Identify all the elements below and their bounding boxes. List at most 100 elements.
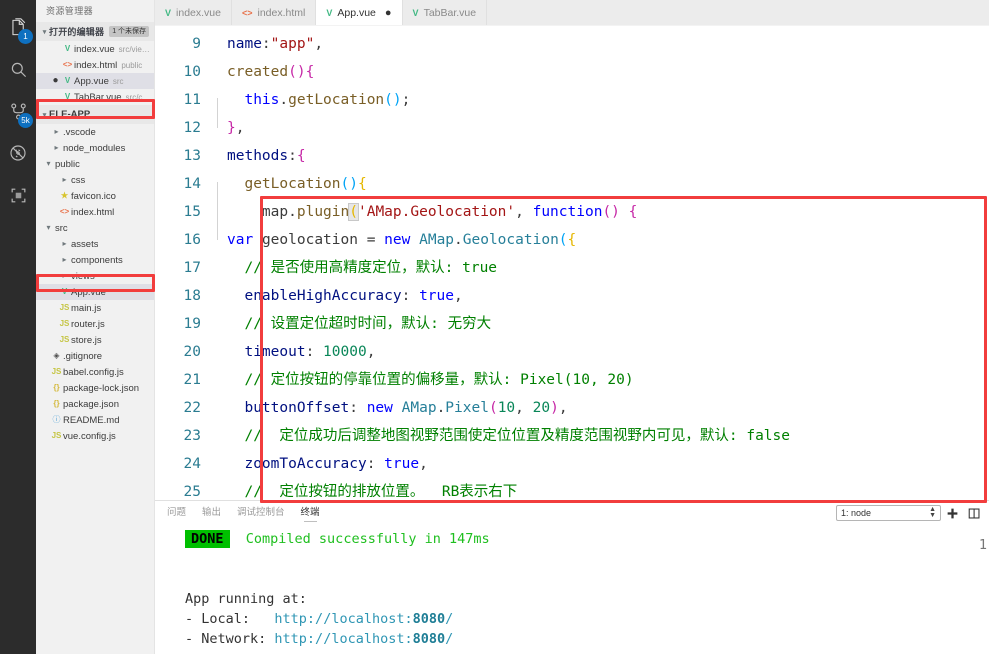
code-editor[interactable]: 9 name:"app", 10 created(){ 11 this.getL…: [155, 26, 989, 500]
local-url-suffix[interactable]: /: [445, 611, 453, 627]
open-editor-item[interactable]: <> index.html public: [36, 57, 154, 73]
open-editor-item-app-vue[interactable]: ● V App.vue src: [36, 73, 154, 89]
tree-item-assets[interactable]: ▸ assets: [36, 236, 154, 252]
code-line: 20 timeout: 10000,: [155, 338, 989, 366]
network-port[interactable]: 8080: [413, 631, 446, 647]
tree-item-label: router.js: [71, 318, 105, 330]
status-message: Compiled successfully in 147ms: [245, 531, 490, 547]
code-line: 11 this.getLocation();: [155, 86, 989, 128]
tab-dirty-indicator[interactable]: ●: [385, 7, 392, 18]
code-line: 18 enableHighAccuracy: true,: [155, 282, 989, 310]
js-icon: JS: [59, 335, 70, 344]
editor-tab-bar: V index.vue <> index.html V App.vue ● V …: [155, 0, 989, 26]
line-number: 14: [183, 176, 201, 192]
open-editors-header[interactable]: ▾ 打开的编辑器 1 个未保存: [36, 22, 154, 41]
activity-run-debug-button[interactable]: [0, 132, 36, 174]
code-line: 13 methods:{: [155, 142, 989, 170]
terminal-network-line: - Network: http://localhost:8080/: [185, 629, 989, 649]
code-line: 16 var geolocation = new AMap.Geolocatio…: [155, 226, 989, 254]
open-editor-item[interactable]: V TabBar.vue src/c…: [36, 89, 154, 105]
tree-item-router-js[interactable]: JS router.js: [36, 316, 154, 332]
project-root-row[interactable]: ▾ ELE-APP: [36, 105, 154, 124]
panel-tab-problems[interactable]: 问题: [167, 501, 186, 525]
split-icon: [968, 508, 979, 518]
network-url-prefix[interactable]: http://localhost:: [274, 631, 412, 647]
code-line: 21 // 定位按钮的停靠位置的偏移量，默认: Pixel(10, 20): [155, 366, 989, 394]
vue-icon: V: [64, 76, 71, 85]
local-port[interactable]: 8080: [413, 611, 446, 627]
tree-item-components[interactable]: ▸ components: [36, 252, 154, 268]
chevron-down-icon: ▾: [42, 111, 47, 119]
chevron-down-icon: ▾: [42, 28, 47, 36]
open-editors-list: V index.vue src/vie… <> index.html publi…: [36, 41, 154, 105]
tree-item-babel-config[interactable]: JS babel.config.js: [36, 364, 154, 380]
new-terminal-button[interactable]: [941, 503, 963, 523]
code-line-text: // 定位成功后调整地图视野范围使定位位置及精度范围视野内可见，默认: fals…: [227, 428, 790, 444]
line-number: 21: [183, 372, 201, 388]
tree-item-public[interactable]: ▾ public: [36, 156, 154, 172]
spinner-icon: ▲ ▼: [929, 506, 936, 519]
split-terminal-button[interactable]: [963, 503, 985, 523]
terminal-status-line: DONE Compiled successfully in 147ms: [185, 529, 989, 549]
terminal-output[interactable]: DONE Compiled successfully in 147ms App …: [155, 525, 989, 654]
chevron-down-icon: ▾: [46, 159, 51, 168]
open-editor-name: index.html: [74, 59, 118, 71]
html-icon: <>: [241, 7, 253, 18]
tree-item-main-js[interactable]: JS main.js: [36, 300, 154, 316]
js-icon: JS: [51, 367, 62, 376]
tree-item-node-modules[interactable]: ▸ node_modules: [36, 140, 154, 156]
chevron-right-icon: ▸: [54, 127, 59, 136]
tree-item-gitignore[interactable]: ◈ .gitignore: [36, 348, 154, 364]
tree-item-css[interactable]: ▸ css: [36, 172, 154, 188]
tree-item-views[interactable]: ▸ views: [36, 268, 154, 284]
tree-item-vue-config[interactable]: JS vue.config.js: [36, 428, 154, 444]
activity-explorer-button[interactable]: 1: [0, 6, 36, 48]
tree-item-label: public: [55, 158, 80, 170]
code-line: 24 zoomToAccuracy: true,: [155, 450, 989, 478]
terminal-instance-select[interactable]: 1: node ▲ ▼: [836, 505, 941, 521]
panel-tab-output[interactable]: 输出: [202, 501, 221, 525]
tree-item-label: views: [71, 270, 95, 282]
tree-item-label: package.json: [63, 398, 119, 410]
line-number: 23: [183, 428, 201, 444]
open-editor-path: src: [112, 76, 124, 86]
line-number: 24: [183, 456, 201, 472]
tree-item-package-json[interactable]: {} package.json: [36, 396, 154, 412]
tab-tabbar-vue[interactable]: V TabBar.vue: [402, 0, 488, 25]
local-url-prefix[interactable]: http://localhost:: [274, 611, 412, 627]
tab-app-vue[interactable]: V App.vue ●: [316, 0, 403, 25]
tree-item-favicon[interactable]: ★ favicon.ico: [36, 188, 154, 204]
code-line-text: // 定位按钮的停靠位置的偏移量，默认: Pixel(10, 20): [227, 372, 634, 388]
activity-source-control-button[interactable]: 5k: [0, 90, 36, 132]
tree-item-package-lock[interactable]: {} package-lock.json: [36, 380, 154, 396]
js-icon: JS: [59, 303, 70, 312]
code-line: 23 // 定位成功后调整地图视野范围使定位位置及精度范围视野内可见，默认: f…: [155, 422, 989, 450]
open-editor-item[interactable]: V index.vue src/vie…: [36, 41, 154, 57]
panel-tab-terminal[interactable]: 终端: [301, 501, 320, 525]
tree-item-store-js[interactable]: JS store.js: [36, 332, 154, 348]
tree-item-label: src: [55, 222, 68, 234]
tab-index-vue[interactable]: V index.vue: [155, 0, 232, 25]
explorer-badge: 1: [18, 29, 33, 44]
tab-index-html[interactable]: <> index.html: [231, 0, 317, 25]
tree-item-readme[interactable]: ⓘ README.md: [36, 412, 154, 428]
code-line-text: name:"app",: [227, 36, 324, 52]
tree-item-label: css: [71, 174, 86, 186]
tree-item-app-vue[interactable]: V App.vue: [36, 284, 154, 300]
code-line-text: },: [227, 120, 245, 136]
html-icon: <>: [59, 207, 70, 216]
code-line-text: map.plugin('AMap.Geolocation', function(…: [261, 203, 638, 221]
code-line: 15 map.plugin('AMap.Geolocation', functi…: [155, 198, 989, 240]
activity-extensions-button[interactable]: [0, 174, 36, 216]
network-url-suffix[interactable]: /: [445, 631, 453, 647]
tree-item-src[interactable]: ▾ src: [36, 220, 154, 236]
dirty-indicator[interactable]: ●: [50, 73, 61, 89]
activity-search-button[interactable]: [0, 48, 36, 90]
tree-item-label: .gitignore: [63, 350, 103, 362]
tree-item-index-html[interactable]: <> index.html: [36, 204, 154, 220]
panel-tab-debug-console[interactable]: 调试控制台: [237, 501, 285, 525]
line-number: 20: [183, 344, 201, 360]
activity-bar: 1 5k: [0, 0, 36, 654]
code-line: 14 getLocation(){: [155, 170, 989, 212]
tree-item-vscode[interactable]: ▸ .vscode: [36, 124, 154, 140]
